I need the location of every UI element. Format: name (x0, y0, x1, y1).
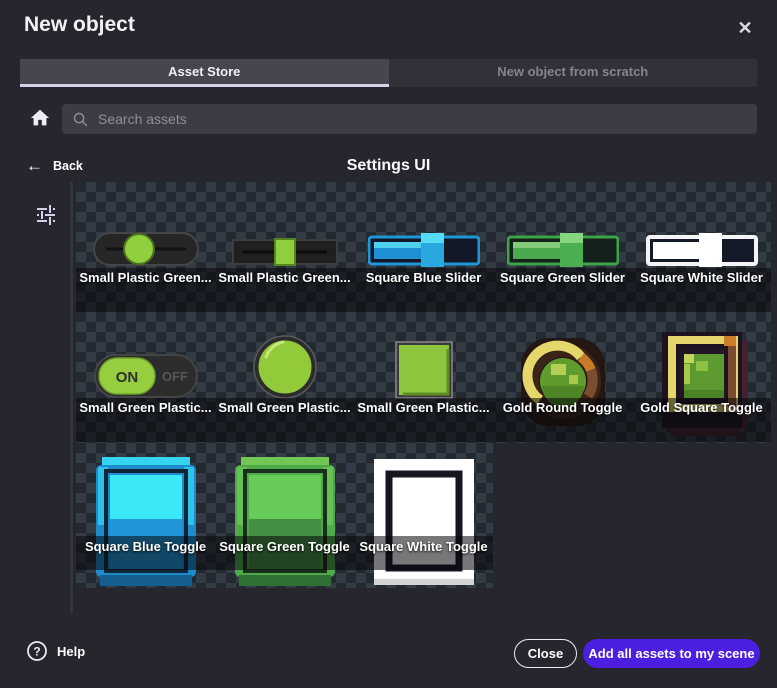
dialog-title: New object (24, 13, 135, 37)
rect-slider-image (232, 236, 338, 268)
asset-label: Small Plastic Green... (218, 270, 350, 285)
asset-row-1: Small Plastic Green... Small Plastic Gre… (76, 182, 771, 312)
asset-label: Square Green Toggle (219, 539, 350, 554)
white-slider-image (646, 232, 758, 268)
asset-label: Small Plastic Green... (79, 270, 211, 285)
asset-label: Square Blue Slider (366, 270, 482, 285)
asset-label: Square Blue Toggle (85, 539, 206, 554)
green-square-button-image (395, 341, 453, 399)
section-title: Settings UI (0, 157, 777, 175)
new-object-dialog: New object ✕ Asset Store New object from… (0, 0, 777, 688)
asset-label: Gold Round Toggle (503, 400, 623, 415)
filter-icon[interactable] (32, 202, 60, 230)
asset-label: Gold Square Toggle (640, 400, 763, 415)
tab-bar: Asset Store New object from scratch (20, 59, 757, 87)
svg-text:ON: ON (115, 369, 138, 386)
help-label: Help (57, 644, 85, 659)
search-icon (72, 111, 89, 128)
home-icon[interactable] (26, 105, 54, 133)
close-button[interactable]: Close (514, 639, 577, 668)
asset-label: Small Green Plastic... (218, 400, 350, 415)
blue-slider-image (368, 232, 480, 268)
asset-label: Square White Slider (640, 270, 763, 285)
svg-text:?: ? (33, 645, 40, 659)
search-bar (62, 104, 757, 134)
add-all-assets-button[interactable]: Add all assets to my scene (583, 639, 760, 668)
green-slider-image (507, 232, 619, 268)
pill-slider-image (93, 230, 199, 268)
asset-row-3: Square Blue Toggle Square Green Toggle (76, 443, 493, 588)
svg-text:OFF: OFF (162, 369, 188, 384)
help-icon: ? (26, 640, 48, 662)
asset-label: Square White Toggle (359, 539, 487, 554)
grid-left-divider (70, 182, 73, 613)
green-circle-button-image (253, 335, 317, 399)
asset-label: Square Green Slider (500, 270, 625, 285)
asset-label: Small Green Plastic... (357, 400, 489, 415)
tab-new-object-from-scratch[interactable]: New object from scratch (389, 59, 758, 87)
tab-asset-store[interactable]: Asset Store (20, 59, 389, 87)
search-input[interactable] (98, 111, 757, 127)
asset-label: Small Green Plastic... (79, 400, 211, 415)
asset-row-2: ON OFF Small Green Plastic... Small Gree… (76, 312, 771, 443)
close-icon[interactable]: ✕ (731, 14, 759, 42)
on-off-toggle-image: ON OFF (94, 353, 198, 399)
help-button[interactable]: ? Help (26, 640, 85, 662)
